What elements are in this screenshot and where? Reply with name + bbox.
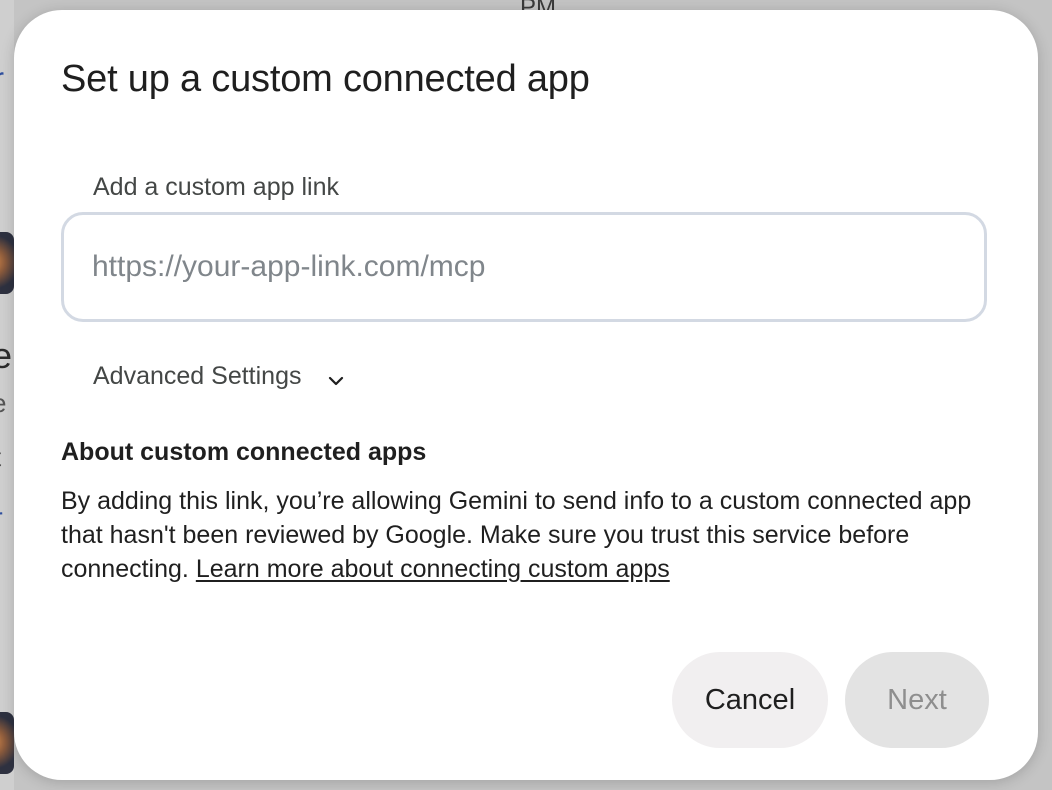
background-heading-fragment: e (0, 335, 13, 376)
about-description: By adding this link, you’re allowing Gem… (61, 484, 991, 586)
about-heading: About custom connected apps (61, 438, 427, 466)
advanced-settings-toggle[interactable]: Advanced Settings (93, 362, 345, 391)
cancel-button[interactable]: Cancel (672, 652, 828, 748)
custom-app-dialog: Set up a custom connected app Add a cust… (14, 10, 1038, 780)
background-text-fragment: e (0, 390, 6, 416)
background-avatar (0, 232, 14, 294)
learn-more-link[interactable]: Learn more about connecting custom apps (196, 555, 670, 583)
chevron-down-icon (327, 368, 345, 386)
background-link-fragment: r (0, 64, 4, 94)
background-link-fragment: r (0, 504, 3, 530)
app-link-label: Add a custom app link (93, 173, 339, 201)
advanced-settings-label: Advanced Settings (93, 362, 302, 390)
app-link-input[interactable] (61, 212, 987, 322)
background-text-fragment: t (0, 444, 1, 470)
dialog-title: Set up a custom connected app (61, 58, 590, 100)
background-avatar (0, 712, 14, 774)
next-button[interactable]: Next (845, 652, 989, 748)
